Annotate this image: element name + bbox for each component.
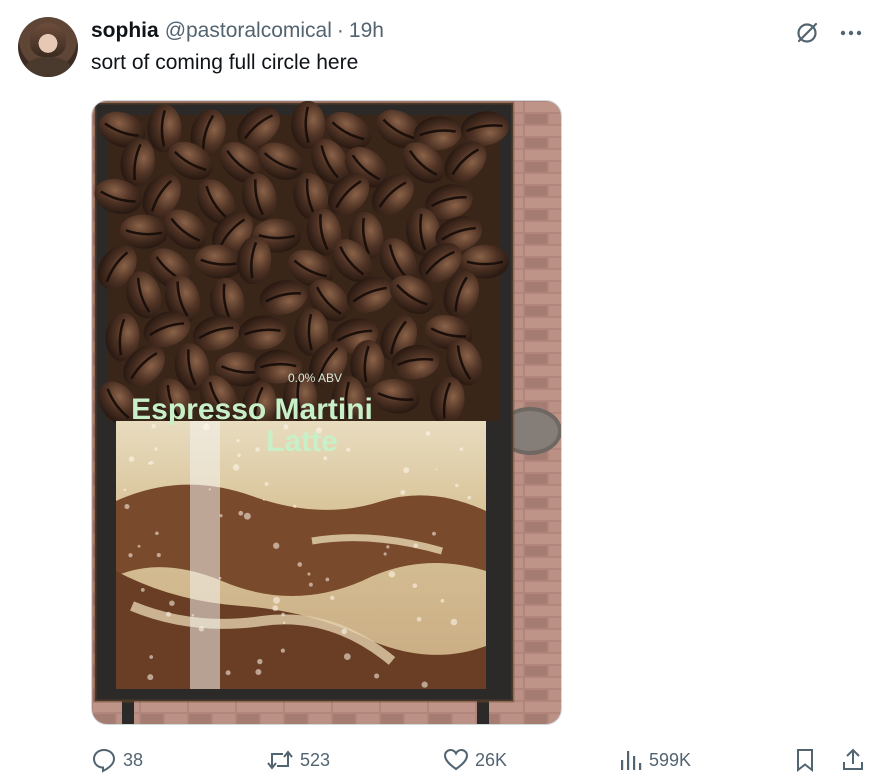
bookmark-icon — [797, 749, 813, 773]
reply-count: 38 — [123, 749, 144, 770]
tweet-media-photo[interactable]: 0.0% ABV Espresso Martini Latte — [91, 100, 562, 725]
like-icon — [443, 748, 469, 771]
tweet-top-actions — [792, 18, 866, 48]
more-icon[interactable] — [836, 18, 866, 48]
repost-icon — [267, 750, 293, 770]
repost-count: 523 — [300, 749, 331, 770]
sign-photo: 0.0% ABV Espresso Martini Latte — [92, 101, 561, 724]
share-icon — [843, 748, 863, 770]
share-button[interactable] — [841, 744, 865, 776]
sign-abv-text: 0.0% ABV — [288, 371, 342, 385]
separator-dot: · — [336, 19, 344, 42]
author-name[interactable]: sophia — [91, 19, 159, 43]
reply-icon — [92, 748, 116, 773]
timestamp[interactable]: 19h — [349, 19, 384, 43]
like-button[interactable]: 26K — [443, 744, 507, 776]
like-count: 26K — [475, 749, 508, 770]
avatar[interactable] — [18, 17, 78, 77]
author-handle[interactable]: @pastoralcomical — [165, 19, 332, 43]
tweet-text: sort of coming full circle here — [91, 51, 359, 74]
bookmark-button[interactable] — [793, 744, 817, 776]
sign-title-line2: Latte — [266, 425, 338, 458]
avatar-hair — [30, 23, 66, 57]
grok-icon[interactable] — [792, 18, 822, 48]
view-count: 599K — [649, 749, 692, 770]
views-icon — [621, 751, 642, 770]
tweet-header: sophia @pastoralcomical · 19h — [91, 18, 384, 44]
reply-button[interactable]: 38 — [91, 744, 143, 776]
tweet-action-bar: 38 523 26K 599K — [91, 744, 867, 776]
sign-title-line1: Espresso Martini — [131, 393, 373, 426]
repost-button[interactable]: 523 — [266, 744, 330, 776]
views-button[interactable]: 599K — [619, 744, 691, 776]
avatar-body — [24, 57, 72, 77]
